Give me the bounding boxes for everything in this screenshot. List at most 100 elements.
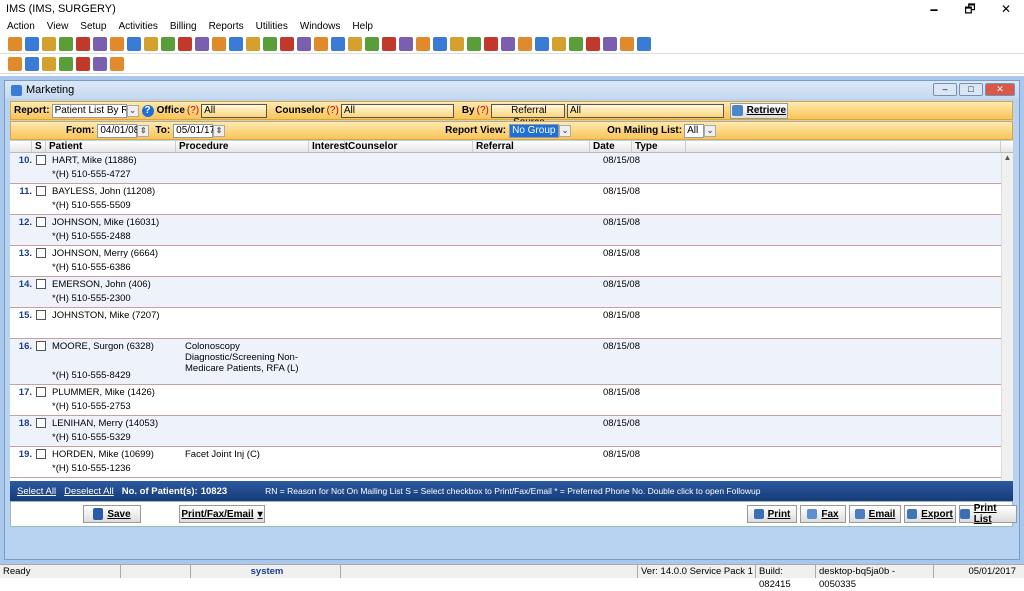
close-button[interactable]: ✕ — [988, 0, 1024, 18]
export-button[interactable]: Export — [904, 505, 956, 523]
print-fax-email-button[interactable]: Print/Fax/Email ▾ — [179, 505, 265, 523]
menu-help[interactable]: Help — [352, 21, 373, 32]
toolbar-button-icon[interactable] — [484, 36, 498, 51]
chevron-down-icon[interactable]: ⌄ — [126, 104, 139, 117]
table-row[interactable]: 18. LENIHAN, Merry (14053) *(H) 510-555-53… — [10, 416, 1013, 447]
table-row[interactable]: 19. HORDEN, Mike (10699) *(H) 510-555-1236… — [10, 447, 1013, 478]
toolbar-button-icon[interactable] — [110, 36, 124, 51]
print-list-button[interactable]: Print List — [959, 503, 1017, 525]
toolbar-button-icon[interactable] — [229, 36, 243, 51]
column-s[interactable]: S — [32, 141, 46, 152]
spinner-icon[interactable]: ⇕ — [213, 124, 226, 137]
table-row[interactable]: 15. JOHNSTON, Mike (7207) 08/15/08 — [10, 308, 1013, 339]
select-checkbox[interactable] — [36, 310, 46, 320]
toolbar-button-icon[interactable] — [178, 36, 192, 51]
window-restore-button[interactable]: □ — [959, 83, 983, 96]
select-all-link[interactable]: Select All — [17, 486, 56, 497]
column-type[interactable]: Type — [632, 141, 686, 152]
menu-billing[interactable]: Billing — [170, 21, 197, 32]
menu-activities[interactable]: Activities — [118, 21, 157, 32]
report-select[interactable]: Patient List By Refer — [51, 103, 127, 118]
to-date-field[interactable]: 05/01/17 — [173, 123, 215, 138]
toolbar-button-icon[interactable] — [25, 56, 39, 71]
select-checkbox[interactable] — [36, 217, 46, 227]
toolbar-button-icon[interactable] — [25, 36, 39, 51]
toolbar-button-icon[interactable] — [518, 36, 532, 51]
toolbar-button-icon[interactable] — [552, 36, 566, 51]
toolbar-button-icon[interactable] — [161, 36, 175, 51]
minimize-button[interactable]: 🗕 — [916, 0, 952, 18]
select-checkbox[interactable] — [36, 155, 46, 165]
maximize-button[interactable]: 🗗 — [952, 0, 988, 18]
toolbar-button-icon[interactable] — [59, 56, 73, 71]
window-close-button[interactable]: ✕ — [985, 83, 1015, 96]
chevron-down-icon[interactable]: ⌄ — [704, 124, 717, 137]
toolbar-button-icon[interactable] — [348, 36, 362, 51]
toolbar-button-icon[interactable] — [42, 36, 56, 51]
toolbar-button-icon[interactable] — [8, 56, 22, 71]
by-filter-field[interactable]: All — [566, 103, 724, 118]
toolbar-button-icon[interactable] — [76, 56, 90, 71]
counselor-help[interactable]: (?) — [327, 105, 339, 116]
toolbar-button-icon[interactable] — [450, 36, 464, 51]
by-select[interactable]: Referral Source — [490, 103, 565, 128]
toolbar-button-icon[interactable] — [195, 36, 209, 51]
report-view-select[interactable]: No Group — [509, 123, 560, 138]
toolbar-button-icon[interactable] — [467, 36, 481, 51]
table-row[interactable]: 12. JOHNSON, Mike (16031) *(H) 510-555-248… — [10, 215, 1013, 246]
by-help[interactable]: (?) — [477, 105, 489, 116]
select-checkbox[interactable] — [36, 341, 46, 351]
column-interest[interactable]: Interest — [309, 141, 348, 152]
menu-utilities[interactable]: Utilities — [256, 21, 288, 32]
toolbar-button-icon[interactable] — [603, 36, 617, 51]
window-minimize-button[interactable]: – — [933, 83, 957, 96]
table-row[interactable]: 11. BAYLESS, John (11208) *(H) 510-555-550… — [10, 184, 1013, 215]
toolbar-button-icon[interactable] — [399, 36, 413, 51]
select-checkbox[interactable] — [36, 186, 46, 196]
column-procedure[interactable]: Procedure — [176, 141, 309, 152]
toolbar-button-icon[interactable] — [110, 56, 124, 71]
deselect-all-link[interactable]: Deselect All — [64, 486, 114, 497]
toolbar-button-icon[interactable] — [59, 36, 73, 51]
toolbar-button-icon[interactable] — [586, 36, 600, 51]
print-button[interactable]: Print — [747, 505, 797, 523]
toolbar-button-icon[interactable] — [76, 36, 90, 51]
toolbar-button-icon[interactable] — [42, 56, 56, 71]
column-date[interactable]: Date — [590, 141, 632, 152]
toolbar-button-icon[interactable] — [331, 36, 345, 51]
menu-windows[interactable]: Windows — [300, 21, 341, 32]
toolbar-button-icon[interactable] — [263, 36, 277, 51]
select-checkbox[interactable] — [36, 418, 46, 428]
toolbar-button-icon[interactable] — [501, 36, 515, 51]
table-row[interactable]: 13. JOHNSON, Merry (6664) *(H) 510-555-638… — [10, 246, 1013, 277]
toolbar-button-icon[interactable] — [127, 36, 141, 51]
from-date-field[interactable]: 04/01/08 — [97, 123, 139, 138]
table-row[interactable]: 17. PLUMMER, Mike (1426) *(H) 510-555-2753… — [10, 385, 1013, 416]
toolbar-button-icon[interactable] — [569, 36, 583, 51]
table-row[interactable]: 10. HART, Mike (11886) *(H) 510-555-4727 08… — [10, 153, 1013, 184]
select-checkbox[interactable] — [36, 387, 46, 397]
mailing-list-select[interactable]: All — [684, 123, 705, 138]
toolbar-button-icon[interactable] — [144, 36, 158, 51]
column-patient[interactable]: Patient — [46, 141, 176, 152]
table-row[interactable]: 14. EMERSON, John (406) *(H) 510-555-2300 0… — [10, 277, 1013, 308]
counselor-field[interactable]: All — [340, 103, 454, 118]
retrieve-button[interactable]: Retrieve — [729, 102, 788, 119]
toolbar-button-icon[interactable] — [637, 36, 651, 51]
help-icon[interactable]: ? — [141, 104, 154, 117]
toolbar-button-icon[interactable] — [314, 36, 328, 51]
save-button[interactable]: Save — [83, 505, 141, 523]
email-button[interactable]: Email — [849, 505, 901, 523]
menu-view[interactable]: View — [47, 21, 69, 32]
toolbar-button-icon[interactable] — [93, 56, 107, 71]
table-row[interactable]: 16. MOORE, Surgon (6328) *(H) 510-555-8429… — [10, 339, 1013, 385]
toolbar-button-icon[interactable] — [93, 36, 107, 51]
toolbar-button-icon[interactable] — [416, 36, 430, 51]
toolbar-button-icon[interactable] — [8, 36, 22, 51]
office-help[interactable]: (?) — [187, 105, 199, 116]
toolbar-button-icon[interactable] — [620, 36, 634, 51]
toolbar-button-icon[interactable] — [433, 36, 447, 51]
menu-action[interactable]: Action — [7, 21, 35, 32]
fax-button[interactable]: Fax — [800, 505, 846, 523]
toolbar-button-icon[interactable] — [365, 36, 379, 51]
